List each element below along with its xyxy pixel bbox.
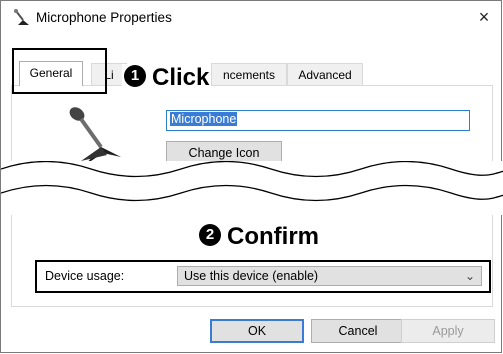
microphone-device-icon [69,107,121,165]
device-usage-value: Use this device (enable) [184,269,319,283]
ok-button[interactable]: OK [210,319,304,343]
chevron-down-icon: ⌄ [464,269,475,283]
window-title: Microphone Properties [36,10,172,25]
tab-label: Advanced [298,68,352,82]
step2-number: 2 [199,223,221,246]
apply-button[interactable]: Apply [401,319,495,343]
change-icon-label: Change Icon [188,146,260,160]
omission-wave [1,161,503,215]
device-name-input[interactable]: Microphone [166,110,470,131]
tab-advanced[interactable]: Advanced [287,63,363,85]
step2-annotation: 2 Confirm [199,223,319,251]
tab-label: ncements [222,68,276,82]
tab-enhancements[interactable]: ncements [211,63,287,85]
cancel-button[interactable]: Cancel [311,319,405,343]
step1-number: 1 [124,64,146,87]
step1-text: Click [152,64,210,91]
properties-window: Microphone Properties × Li ncements Adva… [0,0,503,353]
microphone-icon [14,9,29,25]
step2-text: Confirm [227,223,319,250]
device-usage-select[interactable]: Use this device (enable) ⌄ [177,266,482,286]
close-button[interactable]: × [471,5,497,29]
title-bar: Microphone Properties × [1,1,501,33]
general-tab-highlight [12,48,107,94]
step1-annotation: 1 Click [122,64,212,92]
device-usage-label: Device usage: [45,269,125,283]
device-name-value: Microphone [170,112,238,126]
